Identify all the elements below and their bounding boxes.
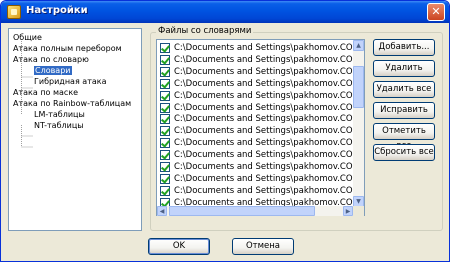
arrow-left-icon[interactable]: ◀ [157, 206, 167, 216]
file-path: C:\Documents and Settings\pakhomov.COMPL [174, 66, 354, 77]
settings-tree[interactable]: Общие Атака полным перебором Атака по сл… [8, 28, 142, 231]
tree-item-nt-tables[interactable]: NT-таблицы [34, 120, 84, 131]
file-path: C:\Documents and Settings\pakhomov.COMPL [174, 162, 354, 172]
file-path: C:\Documents and Settings\pakhomov.COMPL [174, 185, 354, 196]
app-key-icon [7, 5, 21, 19]
checkbox[interactable] [160, 90, 170, 101]
tree-item-rainbow-attack[interactable]: Атака по Rainbow-таблицам [13, 98, 131, 109]
cancel-button[interactable]: Отмена [232, 238, 294, 255]
checkbox[interactable] [160, 173, 170, 184]
scrollbar-corner [353, 206, 364, 216]
tree-item-dictionary-attack[interactable]: Атака по словарю [13, 54, 89, 65]
checkbox[interactable] [160, 114, 170, 125]
checkbox[interactable] [160, 66, 170, 77]
checkbox[interactable] [160, 43, 170, 53]
fix-button[interactable]: Исправить [373, 102, 435, 119]
file-path: C:\Documents and Settings\pakhomov.COMPL [174, 114, 354, 125]
file-path: C:\Documents and Settings\pakhomov.COMPL [174, 138, 354, 149]
tree-item-mask-attack[interactable]: Атака по маске [13, 87, 78, 98]
tree-item-general[interactable]: Общие [13, 32, 42, 43]
tree-item-lm-tables[interactable]: LM-таблицы [34, 109, 85, 120]
checkbox[interactable] [160, 150, 170, 161]
checkbox[interactable] [160, 126, 170, 137]
checkbox[interactable] [160, 102, 170, 113]
file-path: C:\Documents and Settings\pakhomov.COMPL [174, 150, 354, 161]
checkbox[interactable] [160, 78, 170, 89]
remove-button[interactable]: Удалить [373, 60, 435, 77]
tree-item-hybrid-attack[interactable]: Гибридная атака [34, 76, 107, 87]
settings-dialog: Настройки ✕ Общие Атака полным перебором… [0, 0, 450, 262]
file-path: C:\Documents and Settings\pakhomov.COMPL [174, 126, 354, 137]
file-path: C:\Documents and Settings\pakhomov.COMPL [174, 78, 354, 89]
arrow-up-icon[interactable]: ▲ [353, 40, 364, 51]
close-button[interactable]: ✕ [427, 3, 445, 21]
scroll-thumb[interactable] [353, 66, 364, 108]
dictionary-file-list[interactable]: C:\Documents and Settings\pakhomov.COMPL… [156, 39, 365, 216]
window-title: Настройки [26, 5, 88, 16]
vertical-scrollbar[interactable]: ▲ ▼ [353, 40, 364, 207]
arrow-right-icon[interactable]: ▶ [343, 206, 353, 216]
h-scroll-thumb[interactable] [169, 206, 315, 216]
checkbox[interactable] [160, 138, 170, 149]
remove-all-button[interactable]: Удалить все [373, 81, 435, 98]
title-bar[interactable]: Настройки ✕ [1, 1, 449, 23]
reset-all-button[interactable]: Сбросить все [373, 144, 435, 161]
horizontal-scrollbar[interactable]: ◀ ▶ [157, 206, 353, 216]
tree-item-bruteforce[interactable]: Атака полным перебором [13, 43, 122, 54]
ok-button[interactable]: OK [148, 238, 210, 255]
checkbox[interactable] [160, 54, 170, 65]
checkbox[interactable] [160, 185, 170, 196]
file-path: C:\Documents and Settings\pakhomov.COMPL [174, 90, 354, 101]
file-path: C:\Documents and Settings\pakhomov.COMPL [174, 102, 354, 113]
checkbox[interactable] [160, 162, 170, 172]
group-title: Файлы со словарями [156, 26, 254, 36]
file-path: C:\Documents and Settings\pakhomov.COMPL [174, 43, 354, 53]
tree-item-dictionaries[interactable]: Словари [34, 65, 72, 76]
add-button[interactable]: Добавить... [373, 39, 435, 56]
file-path: C:\Documents and Settings\pakhomov.COMPL [174, 54, 354, 65]
file-path: C:\Documents and Settings\pakhomov.COMPL [174, 173, 354, 184]
check-all-button[interactable]: Отметить все [373, 123, 435, 151]
close-icon: ✕ [431, 5, 441, 18]
